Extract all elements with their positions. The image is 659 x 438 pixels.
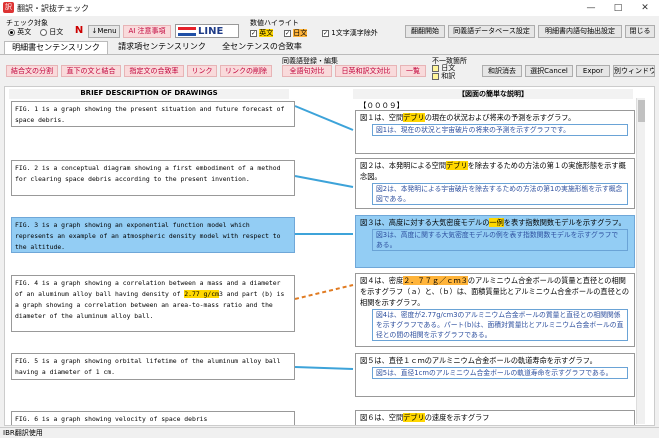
tab-divider: [0, 54, 659, 55]
maximize-button[interactable]: □: [604, 0, 632, 16]
match-ratio-button[interactable]: 指定文の合致率: [124, 65, 184, 77]
jp-sentence-6[interactable]: 図６は、空間デブリの速度を示すグラフ: [355, 410, 635, 425]
app-icon: 訳: [3, 2, 14, 13]
one-char-kanji-option[interactable]: ✓ 1文字漢字除外: [322, 28, 378, 38]
window-title: 翻訳・訳抜チェック: [17, 4, 89, 13]
cancel-selection-button[interactable]: 選択Cancel: [525, 65, 573, 77]
link-line-4: [294, 284, 354, 300]
jp-original-5: 図５は、直径１ｃｍのアルミニウム合金ボールの軌道寿命を示すグラフ。: [360, 356, 597, 365]
jp-sentence-5[interactable]: 図５は、直径１ｃｍのアルミニウム合金ボールの軌道寿命を示すグラフ。 図5は、直径…: [355, 353, 635, 397]
close-button[interactable]: 閉じる: [625, 25, 655, 38]
jp-original-3: 図３は、高度に対する大気密度モデルの一例を表す指数関数モデルを示すグラフ。: [360, 218, 626, 227]
line-logo[interactable]: LINE: [175, 24, 239, 38]
export-button[interactable]: Expor: [576, 65, 610, 77]
clear-translation-button[interactable]: 和訳消去: [482, 65, 522, 77]
jp-original-1: 図１は、空間デブリの現在の状況および将来の予測を示すグラフ。: [360, 113, 576, 122]
link-line-2: [294, 175, 354, 188]
radio-english[interactable]: [8, 28, 15, 36]
jp-original-4: 図４は、密度２．７７ｇ／ｃｍ３のアルミニウム合金ボールの質量と直径との相関を示す…: [360, 276, 630, 307]
jp-translation-4: 図4は、密度が2.77g/cm3のアルミニウム合金ボールの質量と直径との相関関係…: [372, 309, 628, 341]
jp-translation-1: 図1は、現在の状況と宇宙破片の将来の予測を示すグラフです。: [372, 124, 628, 136]
mismatch-en-option[interactable]: 和訳: [432, 72, 455, 80]
vertical-scrollbar[interactable]: [636, 98, 645, 424]
compare-jp-en-button[interactable]: 日英和訳文対比: [335, 65, 397, 77]
tab-all-sentence-match[interactable]: 全センテンスの合致率: [216, 41, 308, 54]
en-sentence-5[interactable]: FIG. 5 is a graph showing orbital lifeti…: [11, 353, 295, 380]
split-sentence-button[interactable]: 結合文の分割: [6, 65, 58, 77]
mismatch-jp-checkbox[interactable]: [432, 64, 439, 72]
title-bar: 訳 翻訳・訳抜チェック — □ ✕: [0, 0, 659, 16]
jp-sentence-2[interactable]: 図２は、本発明による空間デブリを除去するための方法の第１の実施形態を示す概念図。…: [355, 158, 635, 209]
check-japanese-option[interactable]: 日文: [40, 27, 63, 37]
menu-button[interactable]: ↓Menu: [88, 25, 120, 38]
hl-japanese-checkbox[interactable]: ✓: [284, 29, 291, 37]
status-bar: IBR翻訳使用: [0, 427, 659, 438]
extract-settings-button[interactable]: 明細書内語句抽出設定: [538, 25, 622, 38]
unlink-button[interactable]: リンクの削除: [220, 65, 272, 77]
link-line-5: [294, 366, 354, 370]
list-button[interactable]: 一覧: [400, 65, 426, 77]
hl-english-checkbox[interactable]: ✓: [250, 29, 257, 37]
other-window-button[interactable]: 別ウィンドウ: [613, 65, 655, 77]
mismatch-jp-option[interactable]: 日文: [432, 64, 455, 72]
jp-sentence-4[interactable]: 図４は、密度２．７７ｇ／ｃｍ３のアルミニウム合金ボールの質量と直径との相関を示す…: [355, 273, 635, 347]
mismatch-en-checkbox[interactable]: [432, 72, 439, 80]
en-sentence-6[interactable]: FIG. 6 is a graph showing velocity of sp…: [11, 411, 295, 425]
tab-claims-sentence-link[interactable]: 請求項センテンスリンク: [110, 41, 214, 54]
n-logo-icon[interactable]: N: [73, 25, 85, 37]
synonym-db-settings-button[interactable]: 同義語データベース設定: [448, 25, 535, 38]
tab-spec-sentence-link[interactable]: 明細書センテンスリンク: [4, 41, 108, 54]
en-sentence-1[interactable]: FIG. 1 is a graph showing the present si…: [11, 101, 295, 127]
value-highlight-label: 数値ハイライト: [250, 19, 299, 27]
link-line-1: [294, 105, 354, 131]
scrollbar-thumb[interactable]: [638, 100, 645, 122]
radio-japanese[interactable]: [40, 28, 47, 36]
sentence-link-panel: BRIEF DESCRIPTION OF DRAWINGS 【図面の簡単な説明】…: [4, 86, 655, 426]
en-sentence-2[interactable]: FIG. 2 is a conceptual diagram showing a…: [11, 160, 295, 196]
hl-english-option[interactable]: ✓ 英文: [250, 28, 274, 38]
jp-translation-3: 図3は、高度に関する大気密度モデルの例を表す指数関数モデルを示すグラフである。: [372, 229, 628, 251]
link-button[interactable]: リンク: [187, 65, 217, 77]
close-window-button[interactable]: ✕: [631, 0, 659, 16]
ai-notes-button[interactable]: AI 注意事項: [123, 25, 171, 38]
jp-sentence-3[interactable]: 図３は、高度に対する大気密度モデルの一例を表す指数関数モデルを示すグラフ。 図3…: [355, 215, 635, 268]
jp-original-6: 図６は、空間デブリの速度を示すグラフ: [360, 413, 490, 422]
en-sentence-3[interactable]: FIG. 3 is a graph showing an exponential…: [11, 217, 295, 253]
compare-all-button[interactable]: 全語句対比: [282, 65, 332, 77]
merge-below-button[interactable]: 直下の文と結合: [61, 65, 121, 77]
jp-translation-2: 図2は、本発明による宇宙破片を除去するための方法の第1の実施形態を示す概念図であ…: [372, 183, 628, 205]
edit-start-button[interactable]: 翻翻開始: [405, 25, 445, 38]
line-logo-text: LINE: [198, 26, 224, 37]
jp-sentence-1[interactable]: 図１は、空間デブリの現在の状況および将来の予測を示すグラフ。 図1は、現在の状況…: [355, 110, 635, 154]
line-logo-icon: [178, 27, 196, 36]
jp-original-2: 図２は、本発明による空間デブリを除去するための方法の第１の実施形態を示す概念図。: [360, 161, 626, 181]
one-char-kanji-checkbox[interactable]: ✓: [322, 29, 329, 37]
jp-translation-5: 図5は、直径1cmのアルミニウム合金ボールの軌道寿命を示すグラフである。: [372, 367, 628, 379]
check-english-option[interactable]: 英文: [8, 27, 31, 37]
en-sentence-4[interactable]: FIG. 4 is a graph showing a correlation …: [11, 275, 295, 332]
minimize-button[interactable]: —: [577, 0, 605, 16]
hl-japanese-option[interactable]: ✓ 日文: [284, 28, 308, 38]
